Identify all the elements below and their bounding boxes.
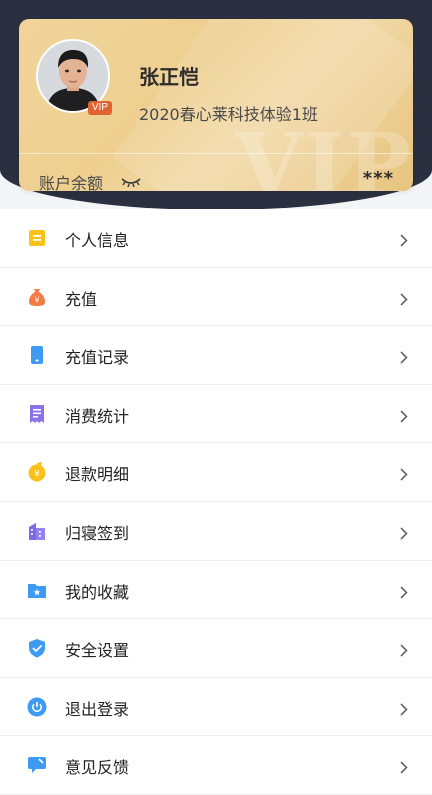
balance-value: *** [362, 168, 394, 189]
menu-item-label: 我的收藏 [65, 582, 130, 602]
menu-item-feedback[interactable]: 意见反馈 [0, 736, 432, 795]
menu-item-label: 充值记录 [65, 348, 130, 368]
phone-record-icon [27, 345, 47, 365]
menu-item-personal-info[interactable]: 个人信息 [0, 209, 432, 268]
menu-item-label: 消费统计 [65, 406, 130, 426]
menu-item-label: 个人信息 [65, 231, 130, 250]
menu-item-refund-details[interactable]: ¥ 退款明细 [0, 443, 432, 502]
card-divider [19, 153, 413, 154]
receipt-icon [27, 404, 47, 424]
chevron-right-icon [400, 466, 408, 485]
menu-item-logout[interactable]: 退出登录 [0, 678, 432, 737]
chevron-right-icon [400, 525, 408, 544]
menu-item-label: 意见反馈 [65, 758, 130, 778]
balance-label: 账户余额 [39, 174, 104, 191]
menu-item-label: 退出登录 [65, 699, 130, 719]
svg-text:¥: ¥ [34, 295, 39, 304]
menu-item-label: 退款明细 [65, 465, 130, 485]
chevron-right-icon [400, 232, 408, 251]
user-name: 张正恺 [139, 65, 199, 89]
money-bag-icon: ¥ [27, 287, 47, 307]
chevron-right-icon [400, 701, 408, 720]
menu-item-favorites[interactable]: 我的收藏 [0, 561, 432, 620]
menu-list: 个人信息 ¥ 充值 充值记录 消费统计 ¥ 退款明细 归寝签到 我的收藏 安全设… [0, 209, 432, 795]
building-icon [27, 521, 47, 541]
menu-item-consumption-stats[interactable]: 消费统计 [0, 385, 432, 444]
menu-item-recharge[interactable]: ¥ 充值 [0, 268, 432, 327]
menu-item-label: 充值 [65, 289, 98, 309]
refund-coin-icon: ¥ [27, 461, 47, 482]
vip-badge: VIP [87, 101, 112, 115]
menu-item-dorm-checkin[interactable]: 归寝签到 [0, 502, 432, 561]
chevron-right-icon [400, 291, 408, 310]
feedback-icon [27, 755, 47, 775]
menu-item-recharge-record[interactable]: 充值记录 [0, 326, 432, 385]
personal-info-icon [27, 228, 47, 248]
menu-item-label: 安全设置 [65, 641, 130, 661]
svg-text:¥: ¥ [34, 470, 40, 480]
chevron-right-icon [400, 408, 408, 427]
vip-member-card: VIP VIP 张正恺 2020春心莱科技体验1班 账户余额 *** [19, 19, 413, 191]
favorite-folder-icon [27, 580, 47, 600]
chevron-right-icon [400, 642, 408, 661]
chevron-right-icon [400, 584, 408, 603]
avatar-wrap[interactable]: VIP [36, 39, 112, 115]
chevron-right-icon [400, 759, 408, 778]
menu-item-label: 归寝签到 [65, 523, 130, 543]
shield-icon [27, 638, 47, 658]
user-class: 2020春心莱科技体验1班 [139, 105, 318, 124]
chevron-right-icon [400, 349, 408, 368]
menu-item-security-settings[interactable]: 安全设置 [0, 619, 432, 678]
power-icon [27, 697, 47, 717]
eye-closed-icon[interactable] [120, 173, 142, 191]
